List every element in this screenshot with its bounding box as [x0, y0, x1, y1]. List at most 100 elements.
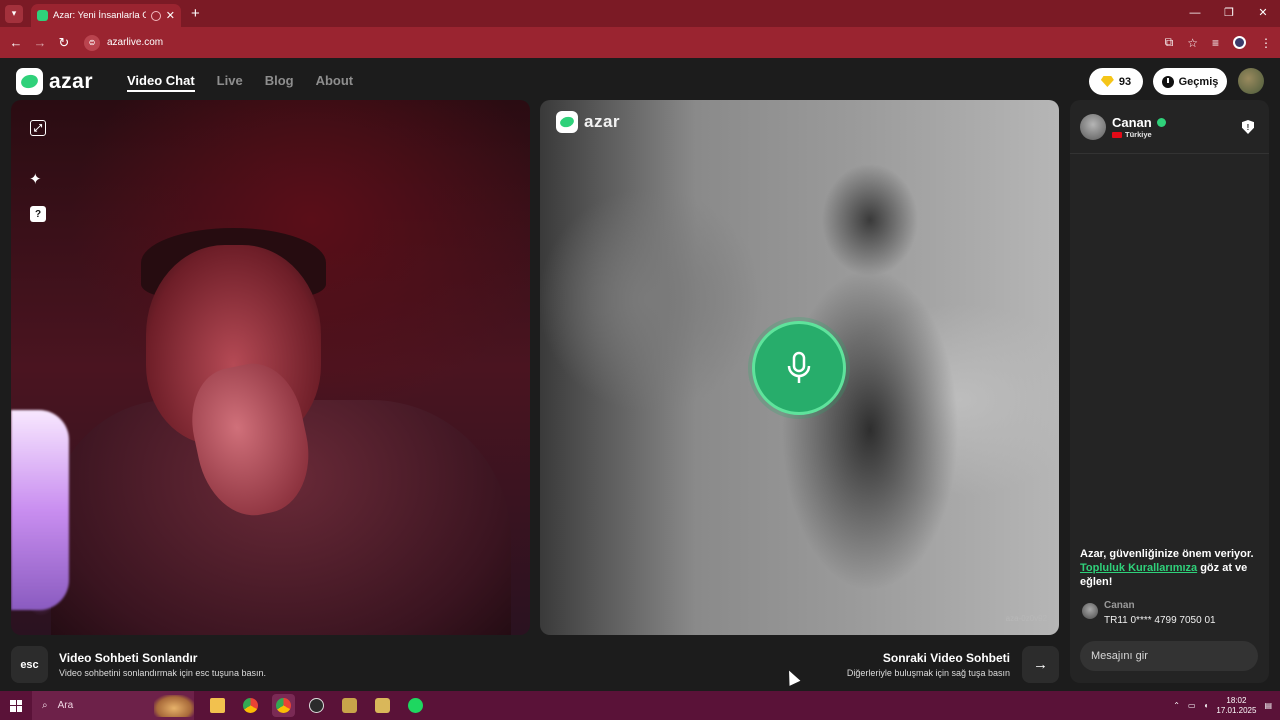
bookmark-star-icon[interactable]: ☆: [1187, 36, 1198, 50]
spotify-icon: [408, 698, 423, 713]
history-button[interactable]: Geçmiş: [1153, 68, 1227, 95]
search-icon: ⌕: [42, 700, 48, 711]
chat-panel: Canan Türkiye ! Azar, güvenliğinize önem…: [1070, 100, 1269, 683]
chrome-icon: [243, 698, 258, 713]
azar-favicon-icon: [37, 10, 48, 21]
azar-logo-icon: [16, 68, 43, 95]
tab-title: Azar: Yeni İnsanlarla Görüntülü: [53, 10, 146, 21]
user-avatar[interactable]: [1238, 68, 1264, 94]
rgb-microphone: [11, 410, 69, 610]
message-avatar: [1082, 603, 1098, 619]
clock[interactable]: 18:02 17.01.2025: [1216, 696, 1256, 716]
notifications-icon[interactable]: ▤: [1264, 701, 1272, 710]
folder-icon: [210, 698, 225, 713]
reload-button[interactable]: ↻: [52, 35, 76, 51]
community-guidelines-link[interactable]: Topluluk Kurallarımıza: [1080, 562, 1197, 574]
chrome-icon: [276, 698, 291, 713]
browser-menu-icon[interactable]: ⋮: [1260, 36, 1272, 50]
spotify-app[interactable]: [404, 694, 427, 717]
tab-close-icon[interactable]: ✕: [166, 9, 175, 22]
url-field[interactable]: ⊜ azarlive.com: [84, 34, 164, 51]
nav-live[interactable]: Live: [217, 73, 243, 92]
next-chat-button[interactable]: →: [1022, 646, 1059, 683]
forward-button[interactable]: →: [28, 35, 52, 50]
next-chat-title: Sonraki Video Sohbeti: [882, 651, 1010, 665]
nav-blog[interactable]: Blog: [265, 73, 294, 92]
volume-icon[interactable]: ◖: [1204, 701, 1209, 710]
chrome-profile-app[interactable]: [272, 694, 295, 717]
search-highlight-image: [154, 694, 194, 717]
taskbar-search-placeholder: Ara: [57, 700, 74, 711]
window-controls: — ❐ ✕: [1178, 0, 1280, 27]
chat-header: Canan Türkiye !: [1070, 100, 1269, 154]
partner-avatar[interactable]: [1080, 114, 1106, 140]
browser-actions: ⧉ ☆ ≡ ⋮: [1165, 27, 1272, 58]
back-button[interactable]: ←: [4, 35, 28, 50]
nav-about[interactable]: About: [316, 73, 354, 92]
gem-icon: [1100, 76, 1114, 87]
chrome-app[interactable]: [239, 694, 262, 717]
arrow-right-icon: →: [1033, 656, 1048, 673]
partner-country: Türkiye: [1125, 130, 1152, 139]
tray-expand-icon[interactable]: ⌃: [1173, 701, 1180, 710]
azar-logo[interactable]: azar: [16, 68, 93, 95]
end-chat-title: Video Sohbeti Sonlandır: [59, 651, 198, 665]
remote-watermark-logo: azar: [556, 111, 620, 133]
clock-date: 17.01.2025: [1216, 705, 1257, 715]
league-app[interactable]: [338, 694, 361, 717]
next-chat-hint: Diğerleriyle buluşmak için sağ tuşa bası…: [846, 668, 1010, 678]
azar-page: azar Video Chat Live Blog About 93 Geçmi…: [0, 58, 1280, 691]
windows-taskbar: ⌕ Ara ⌃ ▭ ◖ 18:02 17.01.2025 ▤: [0, 691, 1280, 720]
windows-logo-icon: [10, 699, 22, 712]
profile-icon[interactable]: [1233, 36, 1246, 49]
url-text: azarlive.com: [107, 37, 164, 48]
riot-icon: [375, 698, 390, 713]
address-bar: ← → ↻ ⊜ azarlive.com ⧉ ☆ ≡ ⋮: [0, 27, 1280, 58]
message-input[interactable]: [1080, 641, 1258, 671]
league-icon: [342, 698, 357, 713]
new-tab-button[interactable]: +: [191, 5, 200, 22]
partner-name: Canan: [1112, 115, 1152, 130]
gems-count: 93: [1118, 75, 1132, 88]
media-controls-icon[interactable]: ≡: [1212, 36, 1219, 50]
local-video-feed: ⤢ ✦ ?: [11, 100, 530, 635]
verified-badge-icon: [1157, 118, 1166, 127]
safety-notice: Azar, güvenliğinize önem veriyor. Toplul…: [1080, 547, 1260, 589]
microphone-icon: [787, 351, 811, 383]
clock-time: 18:02: [1226, 695, 1247, 705]
message-text: TR11 0**** 4799 7050 01: [1104, 615, 1216, 626]
file-explorer-app[interactable]: [206, 694, 229, 717]
end-chat-button[interactable]: esc: [11, 646, 48, 683]
display-icon[interactable]: ▭: [1188, 701, 1196, 710]
obs-icon: [309, 698, 324, 713]
site-info-icon[interactable]: ⊜: [84, 34, 100, 51]
minimize-button[interactable]: —: [1178, 0, 1212, 27]
obs-app[interactable]: [305, 694, 328, 717]
mouse-cursor-icon: [783, 668, 801, 686]
turkey-flag-icon: [1112, 132, 1122, 138]
history-label: Geçmiş: [1178, 75, 1219, 88]
close-window-button[interactable]: ✕: [1246, 0, 1280, 27]
logo-text: azar: [49, 69, 94, 93]
browser-tab-bar: ▾ Azar: Yeni İnsanlarla Görüntülü ✕ + — …: [0, 0, 1280, 27]
nav-video-chat[interactable]: Video Chat: [127, 73, 195, 92]
taskbar-search[interactable]: ⌕ Ara: [32, 691, 194, 720]
gems-balance-button[interactable]: 93: [1089, 68, 1143, 95]
system-tray: ⌃ ▭ ◖ 18:02 17.01.2025 ▤: [1173, 691, 1280, 720]
layout-switch-icon[interactable]: ⤢: [30, 120, 46, 136]
remote-logo-text: azar: [584, 112, 621, 131]
maximize-button[interactable]: ❐: [1212, 0, 1246, 27]
message-sender: Canan: [1104, 600, 1135, 611]
taskbar-apps: [206, 694, 427, 717]
report-shield-icon[interactable]: !: [1242, 120, 1254, 134]
cast-icon[interactable]: ⧉: [1165, 35, 1174, 50]
safety-text: Azar, güvenliğinize önem veriyor.: [1080, 548, 1254, 560]
effects-sparkle-icon[interactable]: ✦: [29, 170, 42, 188]
microphone-button[interactable]: [752, 321, 846, 415]
recording-indicator-icon: [150, 10, 161, 21]
riot-app[interactable]: [371, 694, 394, 717]
help-icon[interactable]: ?: [30, 206, 46, 222]
browser-tab[interactable]: Azar: Yeni İnsanlarla Görüntülü ✕: [31, 4, 181, 27]
tab-search-button[interactable]: ▾: [5, 4, 23, 23]
start-button[interactable]: [0, 691, 32, 720]
